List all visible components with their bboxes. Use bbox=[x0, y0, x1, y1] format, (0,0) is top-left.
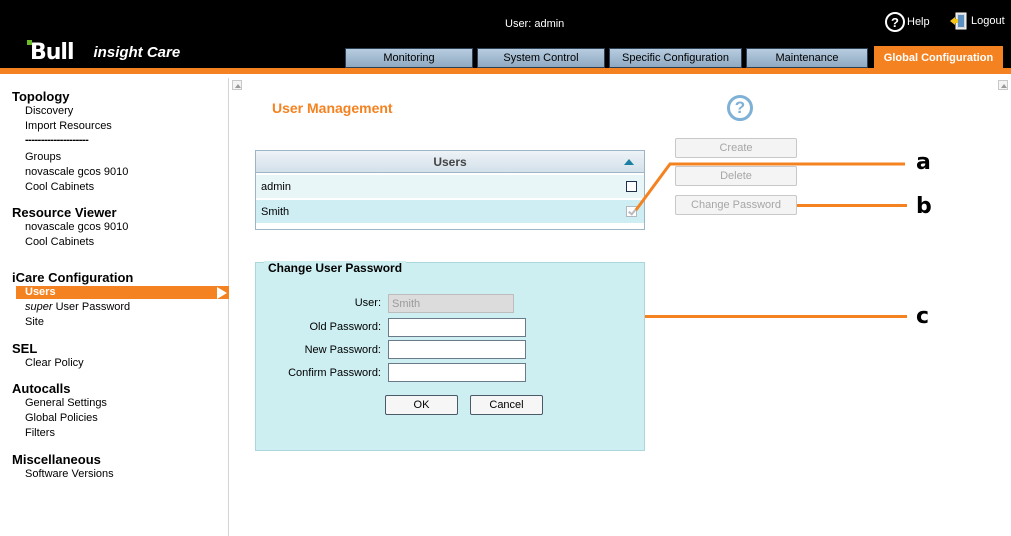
sidebar-item-filters[interactable]: Filters bbox=[25, 427, 55, 439]
sidebar-item-clear-policy[interactable]: Clear Policy bbox=[25, 357, 84, 369]
selected-arrow-icon bbox=[217, 287, 227, 299]
sidebar-section-icare-configuration: iCare Configuration bbox=[12, 270, 134, 285]
sidebar-scroll-up[interactable] bbox=[232, 80, 242, 90]
callout-b: b bbox=[916, 194, 932, 219]
user-name-cell: Smith bbox=[261, 205, 290, 218]
user-field bbox=[388, 294, 514, 313]
sidebar-item-cool-cabinets-topology[interactable]: Cool Cabinets bbox=[25, 181, 94, 193]
confirm-password-label: Confirm Password: bbox=[288, 367, 381, 379]
sidebar-section-autocalls: Autocalls bbox=[12, 381, 71, 396]
tab-monitoring[interactable]: Monitoring bbox=[345, 48, 473, 68]
super-user-password-label: User Password bbox=[52, 301, 131, 313]
callout-c: c bbox=[916, 304, 930, 329]
help-icon: ? bbox=[885, 12, 905, 32]
logout-label: Logout bbox=[971, 15, 1005, 27]
user-field-label: User: bbox=[354, 297, 381, 309]
sidebar-item-users[interactable]: Users bbox=[16, 286, 229, 299]
product-name: insight Care bbox=[93, 43, 181, 61]
old-password-label: Old Password: bbox=[309, 321, 381, 333]
users-table-header[interactable]: Users bbox=[256, 151, 644, 173]
sidebar-section-miscellaneous: Miscellaneous bbox=[12, 452, 101, 467]
current-user-label: User: admin bbox=[505, 18, 565, 30]
header-accent-bar bbox=[0, 68, 1011, 74]
help-link[interactable]: ? Help bbox=[885, 12, 930, 32]
users-table: Users admin Smith bbox=[255, 150, 645, 230]
sidebar: Topology Discovery Import Resources ----… bbox=[8, 78, 229, 536]
tab-system-control[interactable]: System Control bbox=[477, 48, 605, 68]
callout-b-line bbox=[797, 204, 907, 207]
page-help-icon[interactable]: ? bbox=[727, 95, 753, 121]
users-header-label: Users bbox=[433, 154, 467, 169]
sidebar-item-super-user-password[interactable]: super User Password bbox=[25, 301, 130, 313]
logout-link[interactable]: Logout bbox=[950, 12, 1005, 30]
help-label: Help bbox=[907, 16, 930, 28]
sidebar-section-topology: Topology bbox=[12, 89, 70, 104]
sidebar-item-users-label: Users bbox=[25, 286, 56, 298]
sidebar-section-resource-viewer: Resource Viewer bbox=[12, 205, 117, 220]
confirm-password-field[interactable] bbox=[388, 363, 526, 382]
change-password-legend: Change User Password bbox=[264, 261, 407, 275]
sidebar-item-import-resources[interactable]: Import Resources bbox=[25, 120, 112, 132]
tab-maintenance[interactable]: Maintenance bbox=[746, 48, 868, 68]
tab-specific-configuration[interactable]: Specific Configuration bbox=[609, 48, 742, 68]
logout-door-icon bbox=[950, 12, 967, 30]
sidebar-item-cool-cabinets-viewer[interactable]: Cool Cabinets bbox=[25, 236, 94, 248]
main-scroll-up[interactable] bbox=[998, 80, 1008, 90]
tab-global-configuration[interactable]: Global Configuration bbox=[874, 46, 1003, 70]
callout-c-line bbox=[612, 315, 907, 318]
cancel-button[interactable]: Cancel bbox=[470, 395, 543, 415]
sidebar-item-site[interactable]: Site bbox=[25, 316, 44, 328]
bull-logo: Bull insight Care bbox=[27, 38, 181, 66]
sidebar-item-novascale-viewer[interactable]: novascale gcos 9010 bbox=[25, 221, 128, 233]
sidebar-item-groups[interactable]: Groups bbox=[25, 151, 61, 163]
user-name-cell: admin bbox=[261, 180, 291, 193]
create-button[interactable]: Create bbox=[675, 138, 797, 158]
callout-a-line bbox=[634, 162, 905, 211]
logo-wordmark: Bull bbox=[27, 39, 75, 65]
ok-button[interactable]: OK bbox=[385, 395, 458, 415]
sidebar-item-discovery[interactable]: Discovery bbox=[25, 105, 73, 117]
new-password-label: New Password: bbox=[304, 344, 381, 356]
new-password-field[interactable] bbox=[388, 340, 526, 359]
sidebar-item-general-settings[interactable]: General Settings bbox=[25, 397, 107, 409]
table-row[interactable]: admin bbox=[256, 175, 644, 198]
app-header: Bull insight Care User: admin ? Help Log… bbox=[0, 0, 1011, 70]
sidebar-item-software-versions[interactable]: Software Versions bbox=[25, 468, 114, 480]
sidebar-item-novascale-topology[interactable]: novascale gcos 9010 bbox=[25, 166, 128, 178]
callout-a: a bbox=[916, 150, 931, 175]
table-row[interactable]: Smith bbox=[256, 200, 644, 223]
sidebar-separator: -------------------- bbox=[25, 134, 89, 146]
super-prefix: super bbox=[25, 301, 53, 313]
sidebar-item-global-policies[interactable]: Global Policies bbox=[25, 412, 98, 424]
old-password-field[interactable] bbox=[388, 318, 526, 337]
page-title: User Management bbox=[272, 100, 393, 116]
sidebar-section-sel: SEL bbox=[12, 341, 38, 356]
